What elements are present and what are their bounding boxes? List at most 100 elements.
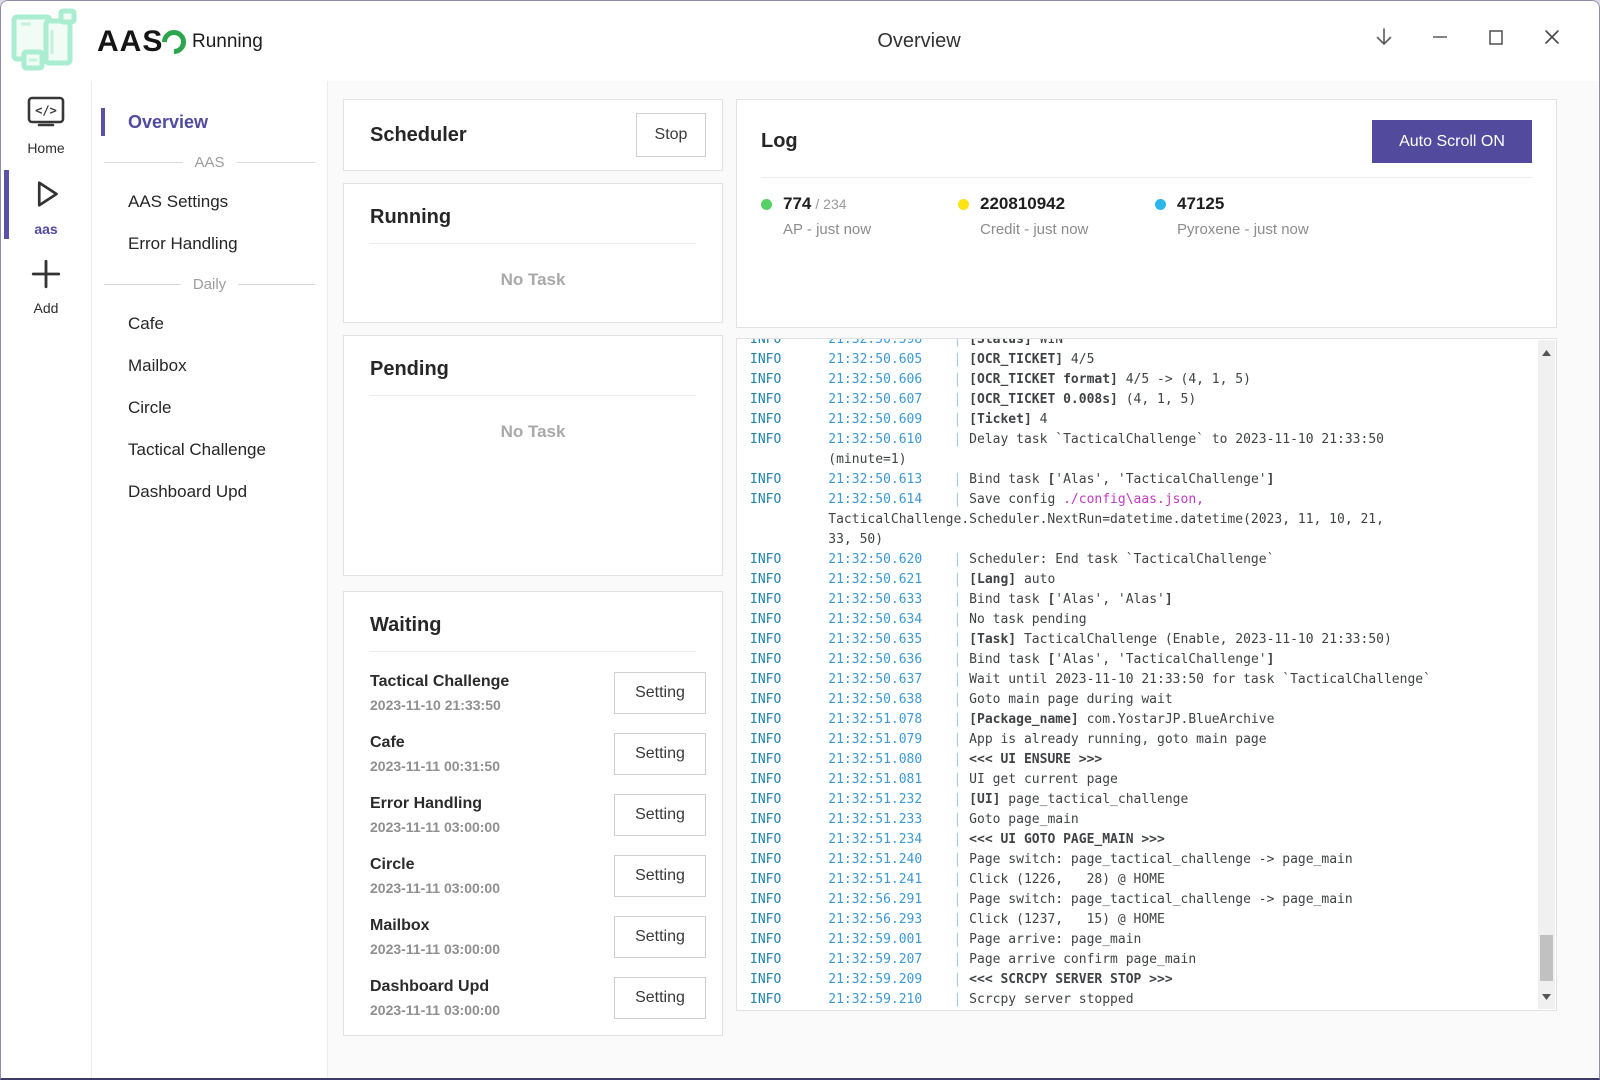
scheduler-status-text: Running: [192, 31, 263, 53]
log-line: INFO 21:32:51.241 | Click (1226, 28) @ H…: [750, 870, 1532, 890]
stat-dot-icon: [761, 199, 772, 210]
waiting-item-error-handling: Error Handling2023-11-11 03:00:00Setting: [370, 784, 706, 845]
task-next-run-time: 2023-11-10 21:33:50: [370, 697, 509, 713]
sidebar-item-dashboard-upd[interactable]: Dashboard Upd: [92, 471, 327, 513]
log-line-continuation: (minute=1): [750, 450, 1532, 470]
collapse-button[interactable]: [1361, 15, 1407, 61]
sidebar-group-divider: Daily: [92, 265, 327, 303]
waiting-list: Tactical Challenge2023-11-10 21:33:50Set…: [370, 662, 706, 1028]
waiting-item-tactical-challenge: Tactical Challenge2023-11-10 21:33:50Set…: [370, 662, 706, 723]
stat-pyroxene: 47125 Pyroxene - just now: [1155, 194, 1352, 238]
log-line: INFO 21:32:50.638 | Goto main page durin…: [750, 690, 1532, 710]
stat-suffix: / 234: [815, 196, 846, 212]
maximize-button[interactable]: [1473, 15, 1519, 61]
sidebar-item-label: Dashboard Upd: [128, 482, 247, 501]
sidebar-item-label: Circle: [128, 398, 171, 417]
stat-value: 47125: [1177, 194, 1224, 213]
scrollbar-thumb[interactable]: [1540, 935, 1553, 981]
sidebar-item-aas-settings[interactable]: AAS Settings: [92, 181, 327, 223]
waiting-card: Waiting Tactical Challenge2023-11-10 21:…: [343, 591, 723, 1036]
task-name: Error Handling: [370, 795, 500, 813]
log-line: INFO 21:32:56.293 | Click (1237, 15) @ H…: [750, 910, 1532, 930]
scheduler-title: Scheduler: [370, 124, 467, 147]
log-line: INFO 21:32:50.634 | No task pending: [750, 610, 1532, 630]
sidebar-item-label: Overview: [128, 112, 208, 132]
waiting-item-mailbox: Mailbox2023-11-11 03:00:00Setting: [370, 906, 706, 967]
setting-button[interactable]: Setting: [614, 855, 706, 897]
setting-button[interactable]: Setting: [614, 733, 706, 775]
setting-button[interactable]: Setting: [614, 977, 706, 1019]
auto-scroll-button[interactable]: Auto Scroll ON: [1372, 120, 1532, 163]
log-line: INFO 21:32:51.233 | Goto page_main: [750, 810, 1532, 830]
log-line: INFO 21:32:51.081 | UI get current page: [750, 770, 1532, 790]
close-button[interactable]: [1529, 15, 1575, 61]
log-line: INFO 21:32:56.291 | Page switch: page_ta…: [750, 890, 1532, 910]
stat-label: Pyroxene - just now: [1177, 221, 1352, 238]
log-line: INFO 21:32:59.209 | <<< SCRCPY SERVER ST…: [750, 970, 1532, 990]
plus-icon: [29, 278, 63, 295]
log-title: Log: [761, 130, 798, 153]
pending-title: Pending: [370, 358, 696, 381]
log-line: INFO 21:32:59.207 | Page arrive confirm …: [750, 950, 1532, 970]
pending-empty-text: No Task: [370, 422, 696, 442]
sidebar-item-overview[interactable]: Overview: [92, 101, 327, 143]
sidebar-item-cafe[interactable]: Cafe: [92, 303, 327, 345]
log-line-continuation: 33, 50): [750, 530, 1532, 550]
stat-credit: 220810942Credit - just now: [958, 194, 1155, 238]
sidebar-item-label: Cafe: [128, 314, 164, 333]
svg-text:</>: </>: [35, 104, 57, 118]
rail-item-label: aas: [1, 221, 91, 237]
task-next-run-time: 2023-11-11 03:00:00: [370, 941, 500, 957]
log-line: INFO 21:32:51.240 | Page switch: page_ta…: [750, 850, 1532, 870]
log-scrollbar[interactable]: [1538, 340, 1555, 1009]
app-logo-icon: [9, 8, 81, 74]
task-next-run-time: 2023-11-11 03:00:00: [370, 1002, 500, 1018]
sidebar-item-error-handling[interactable]: Error Handling: [92, 223, 327, 265]
setting-button[interactable]: Setting: [614, 672, 706, 714]
running-title: Running: [370, 206, 696, 229]
setting-button[interactable]: Setting: [614, 916, 706, 958]
window-controls: [1361, 15, 1575, 61]
log-line: INFO 21:32:50.620 | Scheduler: End task …: [750, 550, 1532, 570]
task-next-run-time: 2023-11-11 00:31:50: [370, 758, 500, 774]
stat-dot-icon: [958, 199, 969, 210]
sidebar-item-mailbox[interactable]: Mailbox: [92, 345, 327, 387]
task-name: Dashboard Upd: [370, 978, 500, 996]
divider: [370, 651, 696, 652]
stop-button[interactable]: Stop: [636, 113, 706, 157]
stat-label: Credit - just now: [980, 221, 1155, 238]
waiting-title: Waiting: [370, 614, 706, 637]
title-bar: AAS Running Overview: [1, 1, 1599, 81]
minimize-button[interactable]: [1417, 15, 1463, 61]
log-line: INFO 21:32:51.232 | [UI] page_tactical_c…: [750, 790, 1532, 810]
log-output[interactable]: INFO 21:32:50.598 | [Status] WININFO 21:…: [736, 338, 1557, 1011]
stat-ap: 774/ 234AP - just now: [761, 194, 958, 238]
app-title: AAS: [97, 25, 163, 59]
divider: [761, 177, 1532, 178]
maximize-icon: [1486, 27, 1506, 50]
rail-item-aas[interactable]: aas: [1, 162, 91, 243]
sidebar-group-divider: AAS: [92, 143, 327, 181]
close-icon: [1542, 27, 1562, 50]
rail-item-add[interactable]: Add: [1, 243, 91, 322]
divider: [370, 395, 696, 396]
main-content: Scheduler Stop Running No Task Pending N…: [328, 81, 1599, 1078]
sidebar-item-circle[interactable]: Circle: [92, 387, 327, 429]
log-line: INFO 21:32:59.210 | Scrcpy server stoppe…: [750, 990, 1532, 1010]
log-line: INFO 21:32:51.234 | <<< UI GOTO PAGE_MAI…: [750, 830, 1532, 850]
log-line: INFO 21:32:50.614 | Save config ./config…: [750, 490, 1532, 510]
sidebar-item-tactical-challenge[interactable]: Tactical Challenge: [92, 429, 327, 471]
scroll-down-icon[interactable]: [1538, 988, 1555, 1005]
scroll-up-icon[interactable]: [1538, 344, 1555, 361]
setting-button[interactable]: Setting: [614, 794, 706, 836]
sidebar-item-label: AAS Settings: [128, 192, 228, 211]
page-title: Overview: [877, 30, 960, 53]
log-line: INFO 21:32:50.613 | Bind task ['Alas', '…: [750, 470, 1532, 490]
sidebar-item-label: Tactical Challenge: [128, 440, 266, 459]
log-line-continuation: TacticalChallenge.Scheduler.NextRun=date…: [750, 510, 1532, 530]
rail-item-home[interactable]: </>Home: [1, 81, 91, 162]
task-name: Circle: [370, 856, 500, 874]
waiting-item-circle: Circle2023-11-11 03:00:00Setting: [370, 845, 706, 906]
sidebar-item-label: Error Handling: [128, 234, 238, 253]
task-name: Cafe: [370, 734, 500, 752]
